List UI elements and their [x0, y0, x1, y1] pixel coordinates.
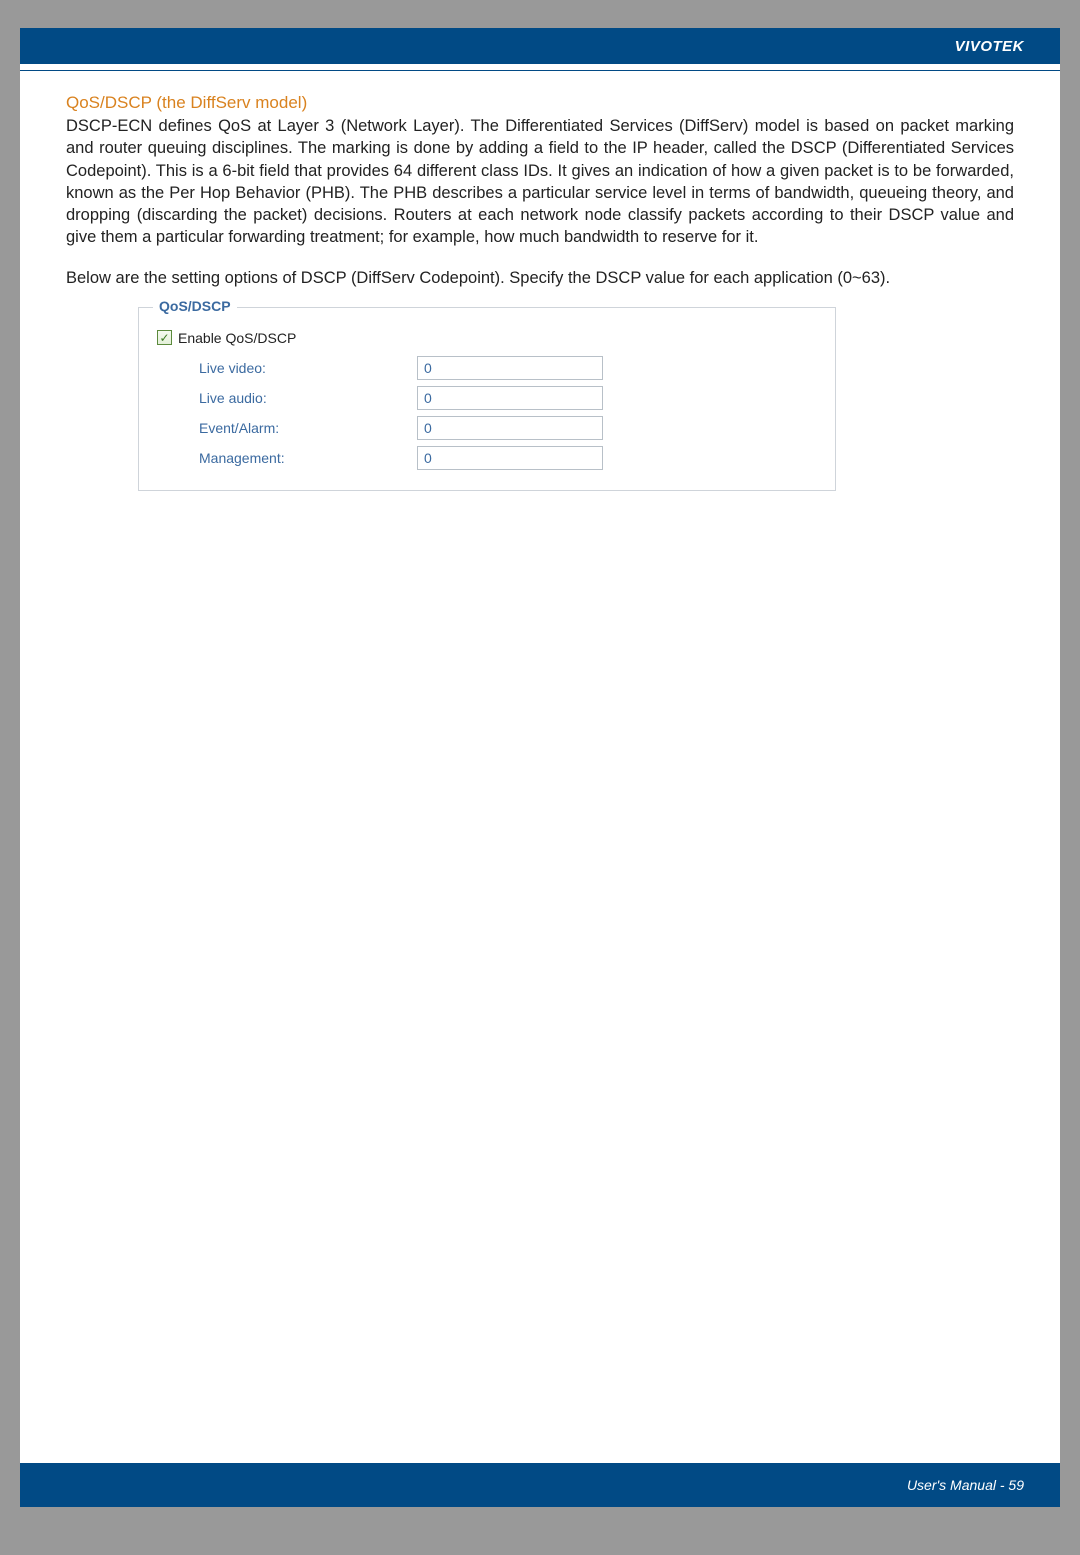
- management-label: Management:: [157, 450, 417, 466]
- footer-text: User's Manual - 59: [907, 1477, 1024, 1493]
- live-video-input[interactable]: [417, 356, 603, 380]
- section-heading: QoS/DSCP (the DiffServ model): [66, 93, 1014, 113]
- live-audio-input[interactable]: [417, 386, 603, 410]
- enable-qos-checkbox[interactable]: ✓: [157, 330, 172, 345]
- event-alarm-label: Event/Alarm:: [157, 420, 417, 436]
- body-paragraph-1: DSCP-ECN defines QoS at Layer 3 (Network…: [66, 115, 1014, 249]
- qos-dscp-panel: QoS/DSCP ✓ Enable QoS/DSCP Live video: L…: [138, 307, 836, 491]
- panel-legend: QoS/DSCP: [153, 298, 237, 314]
- body-paragraph-2: Below are the setting options of DSCP (D…: [66, 267, 1014, 289]
- document-page: VIVOTEK QoS/DSCP (the DiffServ model) DS…: [20, 28, 1060, 1507]
- page-footer: User's Manual - 59: [20, 1463, 1060, 1507]
- enable-qos-label: Enable QoS/DSCP: [178, 330, 296, 346]
- field-row-live-video: Live video:: [157, 356, 817, 380]
- live-video-label: Live video:: [157, 360, 417, 376]
- page-header: VIVOTEK: [20, 28, 1060, 64]
- event-alarm-input[interactable]: [417, 416, 603, 440]
- field-row-live-audio: Live audio:: [157, 386, 817, 410]
- field-row-event-alarm: Event/Alarm:: [157, 416, 817, 440]
- content-area: QoS/DSCP (the DiffServ model) DSCP-ECN d…: [20, 71, 1060, 491]
- brand-text: VIVOTEK: [955, 38, 1024, 55]
- field-row-management: Management:: [157, 446, 817, 470]
- management-input[interactable]: [417, 446, 603, 470]
- enable-qos-row: ✓ Enable QoS/DSCP: [157, 330, 817, 346]
- live-audio-label: Live audio:: [157, 390, 417, 406]
